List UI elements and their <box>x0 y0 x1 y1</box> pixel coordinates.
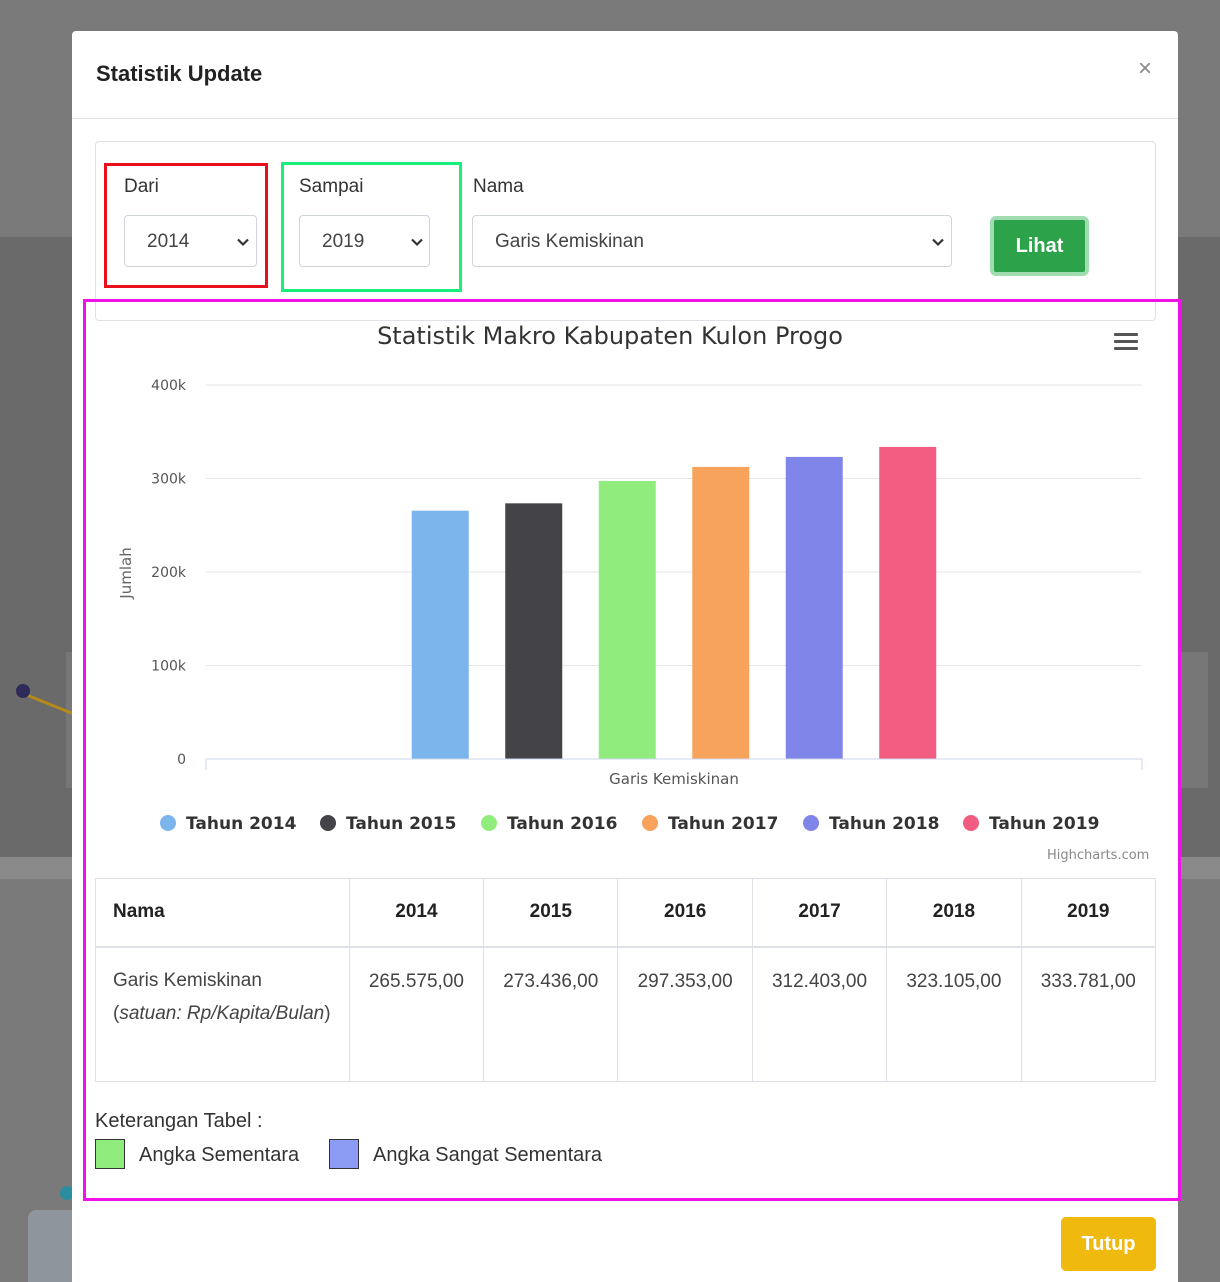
backdrop-map-shape <box>28 1210 72 1282</box>
tutup-button[interactable]: Tutup <box>1061 1217 1156 1271</box>
highlight-dari <box>104 163 268 288</box>
highlight-sampai <box>281 162 462 292</box>
highlight-chart-table <box>83 299 1181 1201</box>
